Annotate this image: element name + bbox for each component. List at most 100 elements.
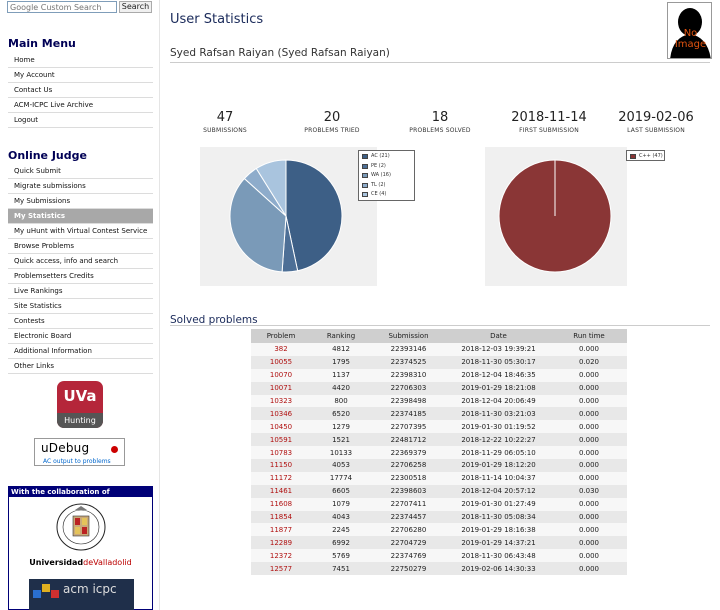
problem-link[interactable]: 11172: [251, 471, 311, 485]
verdict-chart: [200, 147, 377, 286]
menu-item-my-submissions[interactable]: My Submissions: [8, 194, 153, 209]
table-row: 10346 6520 22374185 2018-11-30 03:21:03 0.00…: [251, 407, 627, 421]
menu-item-quick-submit[interactable]: Quick Submit: [8, 164, 153, 179]
menu-item-other-links[interactable]: Other Links: [8, 359, 153, 374]
table-cell: 2018-12-22 10:22:27: [446, 433, 551, 447]
column-header[interactable]: Ranking: [311, 329, 371, 343]
table-row: 11172 17774 22300518 2018-11-14 10:04:37 0.0…: [251, 471, 627, 485]
problem-link[interactable]: 10071: [251, 381, 311, 395]
menu-item-additional-information[interactable]: Additional Information: [8, 344, 153, 359]
table-cell: 2019-01-30 01:19:52: [446, 420, 551, 434]
problem-link[interactable]: 11150: [251, 459, 311, 472]
uva-logo-title: UVa: [63, 387, 97, 405]
table-row: 10071 4420 22706303 2019-01-29 18:21:08 0.00…: [251, 381, 627, 395]
table-cell: 1137: [311, 368, 371, 382]
no-image-label: No Image: [674, 28, 707, 50]
avatar[interactable]: No Image: [667, 2, 712, 59]
problem-link[interactable]: 10346: [251, 407, 311, 421]
table-cell: 0.000: [551, 459, 627, 472]
search-input[interactable]: [7, 1, 117, 13]
menu-item-my-uhunt-with-virtual-contest-service[interactable]: My uHunt with Virtual Contest Service: [8, 224, 153, 239]
divider: [170, 62, 710, 63]
table-cell: 6605: [311, 484, 371, 498]
uva-logo-subtitle: Hunting: [57, 413, 103, 428]
table-cell: 2019-01-30 01:27:49: [446, 497, 551, 511]
table-cell: 1795: [311, 355, 371, 369]
acm-icpc-logo[interactable]: acm icpc: [29, 579, 134, 610]
menu-item-electronic-board[interactable]: Electronic Board: [8, 329, 153, 344]
table-cell: 6992: [311, 536, 371, 550]
legend-swatch: [362, 163, 368, 169]
menu-item-site-statistics[interactable]: Site Statistics: [8, 299, 153, 314]
menu-item-quick-access-info-and-search[interactable]: Quick access, info and search: [8, 254, 153, 269]
table-row: 10591 1521 22481712 2018-12-22 10:22:27 0.00…: [251, 433, 627, 447]
column-header[interactable]: Submission: [371, 329, 446, 343]
problem-link[interactable]: 11854: [251, 510, 311, 524]
problem-link[interactable]: 10783: [251, 446, 311, 460]
menu-item-home[interactable]: Home: [8, 53, 153, 68]
user-name: Syed Rafsan Raiyan (Syed Rafsan Raiyan): [170, 47, 390, 59]
table-cell: 0.030: [551, 484, 627, 498]
legend-swatch: [362, 154, 368, 159]
problem-link[interactable]: 12289: [251, 536, 311, 550]
legend-label: TL (2): [371, 181, 386, 188]
legend-swatch: [362, 182, 368, 188]
menu-item-my-statistics[interactable]: My Statistics: [8, 209, 153, 224]
legend-swatch: [362, 192, 368, 198]
menu-item-acm-icpc-live-archive[interactable]: ACM-ICPC Live Archive: [8, 98, 153, 113]
table-cell: 2019-01-29 14:37:21: [446, 536, 551, 550]
table-cell: 0.000: [551, 433, 627, 447]
icpc-label: acm icpc: [63, 582, 117, 596]
menu-item-contact-us[interactable]: Contact Us: [8, 83, 153, 98]
udebug-title: uDebug: [41, 441, 90, 455]
table-cell: 2018-11-29 06:05:10: [446, 446, 551, 460]
column-header[interactable]: Problem: [251, 329, 311, 343]
stat-value: 2019-02-06: [618, 110, 694, 125]
university-name: UniversidaddeValladolid: [29, 558, 132, 567]
problem-link[interactable]: 11461: [251, 484, 311, 498]
udebug-logo[interactable]: uDebug AC output to problems: [34, 438, 125, 466]
problem-link[interactable]: 10591: [251, 433, 311, 447]
table-cell: 0.000: [551, 523, 627, 537]
table-cell: 2018-11-30 05:08:34: [446, 510, 551, 524]
legend-swatch: [630, 154, 636, 159]
table-cell: 1521: [311, 433, 371, 447]
problem-link[interactable]: 12372: [251, 549, 311, 563]
problem-link[interactable]: 10450: [251, 420, 311, 434]
problem-link[interactable]: 10055: [251, 355, 311, 369]
problem-link[interactable]: 11877: [251, 523, 311, 537]
uva-hunting-logo[interactable]: UVa Hunting: [57, 381, 103, 428]
stat-label: SUBMISSIONS: [203, 127, 247, 134]
menu-item-browse-problems[interactable]: Browse Problems: [8, 239, 153, 254]
icpc-balloons-icon: [33, 584, 59, 598]
collaboration-title: With the collaboration of: [9, 487, 152, 497]
problem-link[interactable]: 10323: [251, 394, 311, 408]
column-header[interactable]: Run time: [551, 329, 627, 343]
menu-item-logout[interactable]: Logout: [8, 113, 153, 128]
table-cell: 2018-11-30 06:43:48: [446, 549, 551, 563]
table-cell: 22374525: [371, 355, 446, 369]
problem-link[interactable]: 12577: [251, 562, 311, 576]
table-row: 10323 800 22398498 2018-12-04 20:06:49 0.000: [251, 394, 627, 408]
menu-item-contests[interactable]: Contests: [8, 314, 153, 329]
table-cell: 22707395: [371, 420, 446, 434]
stat-label: FIRST SUBMISSION: [519, 127, 579, 134]
menu-item-problemsetters-credits[interactable]: Problemsetters Credits: [8, 269, 153, 284]
table-row: 12577 7451 22750279 2019-02-06 14:30:33 0.00…: [251, 562, 627, 576]
university-seal-icon[interactable]: [53, 502, 109, 552]
menu-item-migrate-submissions[interactable]: Migrate submissions: [8, 179, 153, 194]
solved-problems-table: Problem Ranking Submission Date Run time 382…: [251, 329, 627, 576]
search-button[interactable]: Search: [119, 1, 152, 13]
legend-label: CE (4): [371, 191, 387, 198]
problem-link[interactable]: 11608: [251, 497, 311, 511]
menu-item-my-account[interactable]: My Account: [8, 68, 153, 83]
column-header[interactable]: Date: [446, 329, 551, 343]
table-row: 12372 5769 22374769 2018-11-30 06:43:48 0.00…: [251, 549, 627, 563]
table-row: 11150 4053 22706258 2019-01-29 18:12:20 0.00…: [251, 459, 627, 472]
menu-item-live-rankings[interactable]: Live Rankings: [8, 284, 153, 299]
online-judge-title: Online Judge: [8, 149, 87, 162]
problem-link[interactable]: 10070: [251, 368, 311, 382]
problem-link[interactable]: 382: [251, 343, 311, 356]
table-cell: 2018-12-04 20:57:12: [446, 484, 551, 498]
table-cell: 0.000: [551, 394, 627, 408]
